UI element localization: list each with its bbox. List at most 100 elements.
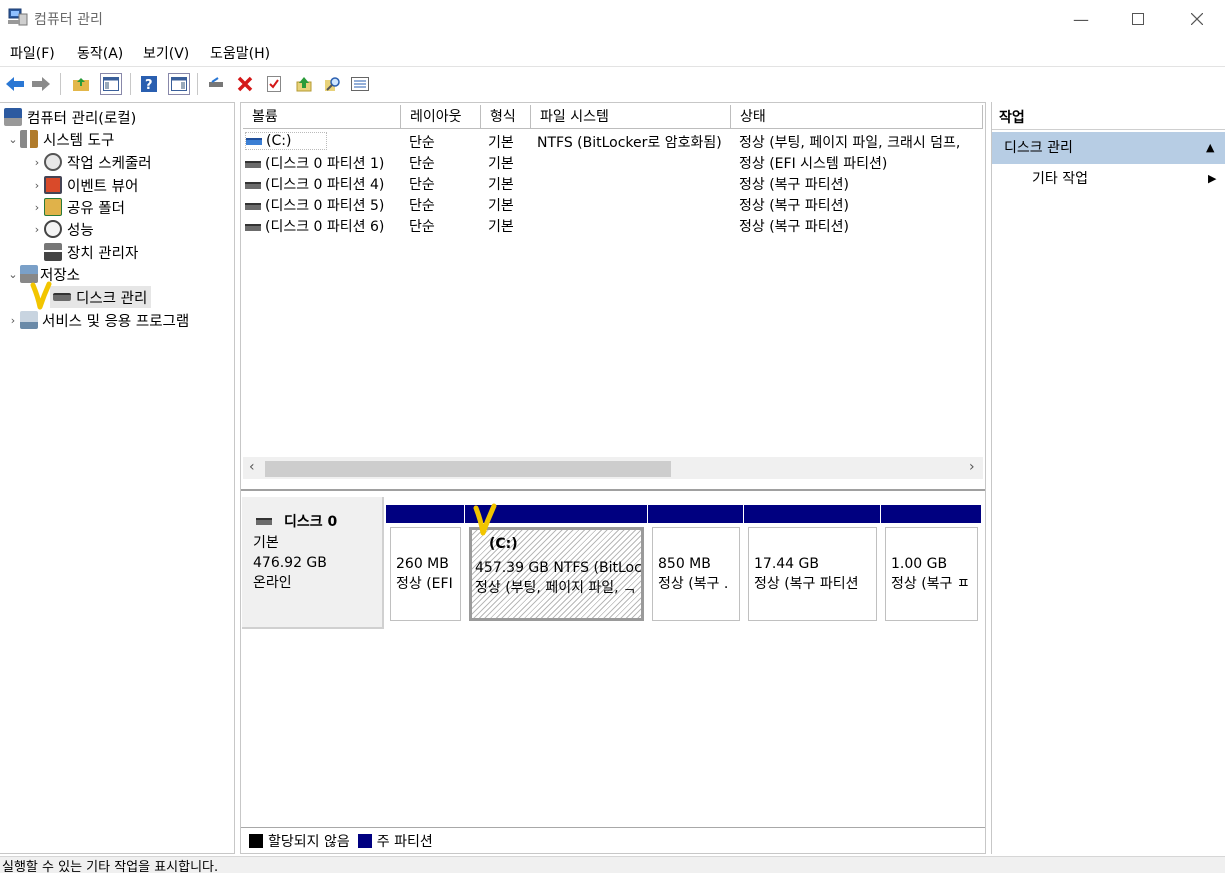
column-header-type[interactable]: 형식	[481, 105, 531, 129]
partition-body: 260 MB 정상 (EFI	[390, 527, 461, 621]
scrollbar-thumb[interactable]	[265, 461, 671, 477]
primary-partition-swatch	[357, 833, 372, 848]
tree-item-services[interactable]: › 서비스 및 응용 프로그램	[6, 309, 189, 331]
event-viewer-icon	[44, 176, 62, 194]
action-pane-icon	[171, 77, 187, 91]
table-row[interactable]: (디스크 0 파티션 6) 단순 기본 정상 (복구 파티션)	[243, 215, 983, 236]
services-gear-icon	[20, 311, 38, 329]
table-row[interactable]: (디스크 0 파티션 4) 단순 기본 정상 (복구 파티션)	[243, 173, 983, 194]
menu-view[interactable]: 보기(V)	[143, 43, 189, 63]
type-cell: 기본	[488, 156, 514, 172]
search-button[interactable]	[322, 73, 344, 95]
red-x-icon	[237, 76, 253, 92]
partition-block[interactable]: 1.00 GB 정상 (복구 ㅍ	[881, 505, 981, 623]
tree-item-root[interactable]: 컴퓨터 관리(로컬)	[4, 106, 136, 128]
horizontal-scrollbar[interactable]: ‹ ›	[243, 457, 983, 479]
partition-block[interactable]: 17.44 GB 정상 (복구 파티션	[744, 505, 880, 623]
volume-icon	[245, 160, 261, 168]
tree-item-label: 컴퓨터 관리(로컬)	[27, 110, 137, 127]
list-icon	[351, 77, 369, 91]
type-cell: 기본	[488, 135, 514, 151]
column-header-file-system[interactable]: 파일 시스템	[531, 105, 731, 129]
partition-size: 1.00 GB	[891, 556, 948, 572]
table-row[interactable]: (디스크 0 파티션 1) 단순 기본 정상 (EFI 시스템 파티션)	[243, 152, 983, 173]
forward-arrow-icon	[32, 77, 50, 91]
export-button[interactable]	[293, 73, 315, 95]
chevron-down-icon[interactable]: ⌄	[6, 268, 20, 281]
disk-name: 디스크 0	[284, 514, 338, 530]
close-button[interactable]	[1174, 4, 1220, 34]
chevron-right-icon[interactable]: ›	[30, 223, 44, 236]
tree-item-disk-management[interactable]: 디스크 관리	[50, 286, 152, 308]
collapse-up-icon[interactable]: ▲	[1206, 132, 1214, 164]
tree-item-shared-folders[interactable]: › 공유 폴더	[30, 196, 125, 218]
menu-action[interactable]: 동작(A)	[77, 43, 123, 63]
chevron-right-icon[interactable]: ›	[30, 179, 44, 192]
forward-button[interactable]	[30, 73, 52, 95]
tree-item-task-scheduler[interactable]: › 작업 스케줄러	[30, 151, 152, 173]
maximize-button[interactable]	[1115, 4, 1161, 34]
tree-item-label: 디스크 관리	[76, 290, 148, 307]
partition-status: 정상 (복구 .	[658, 576, 729, 592]
legend-unallocated: 할당되지 않음	[268, 833, 350, 850]
scroll-right-icon[interactable]: ›	[969, 459, 975, 475]
partition-body: 1.00 GB 정상 (복구 ㅍ	[885, 527, 978, 621]
status-cell: 정상 (EFI 시스템 파티션)	[739, 156, 888, 172]
minimize-button[interactable]: —	[1058, 4, 1104, 34]
delete-button[interactable]	[234, 73, 256, 95]
annotation-check-mark	[473, 503, 497, 536]
properties-button[interactable]	[263, 73, 285, 95]
partition-status: 정상 (부팅, 페이지 파일, ᆨ	[475, 580, 636, 596]
tree-item-event-viewer[interactable]: › 이벤트 뷰어	[30, 174, 138, 196]
table-row[interactable]: (디스크 0 파티션 5) 단순 기본 정상 (복구 파티션)	[243, 194, 983, 215]
chevron-right-icon[interactable]: ›	[6, 314, 20, 327]
disk-drive-icon	[256, 517, 272, 525]
tree-item-label: 이벤트 뷰어	[67, 178, 139, 195]
show-hide-action-pane-button[interactable]	[168, 73, 190, 95]
tree-item-device-manager[interactable]: 장치 관리자	[44, 241, 138, 263]
close-icon	[1191, 13, 1203, 25]
menu-bar: 파일(F) 동작(A) 보기(V) 도움말(H)	[0, 38, 1225, 66]
chevron-right-icon[interactable]: ›	[30, 201, 44, 214]
menu-file[interactable]: 파일(F)	[10, 43, 55, 63]
actions-section-label: 디스크 관리	[1004, 140, 1073, 156]
status-cell: 정상 (복구 파티션)	[739, 177, 849, 193]
actions-section-disk-management[interactable]: 디스크 관리 ▲	[992, 132, 1225, 164]
connect-drive-button[interactable]	[206, 73, 228, 95]
up-folder-button[interactable]	[70, 73, 92, 95]
column-header-volume[interactable]: 볼륨	[243, 105, 401, 129]
partition-block[interactable]: 850 MB 정상 (복구 .	[648, 505, 743, 623]
magnifier-icon	[325, 77, 340, 91]
tree-item-system-tools[interactable]: ⌄ 시스템 도구	[6, 128, 114, 150]
more-actions-item[interactable]: 기타 작업	[1032, 166, 1088, 192]
partition-body: 850 MB 정상 (복구 .	[652, 527, 740, 621]
show-hide-tree-button[interactable]	[100, 73, 122, 95]
device-manager-icon	[44, 243, 62, 261]
partition-status: 정상 (복구 ㅍ	[891, 576, 970, 592]
scroll-left-icon[interactable]: ‹	[249, 459, 255, 475]
legend-primary: 주 파티션	[376, 833, 433, 850]
status-cell: 정상 (부팅, 페이지 파일, 크래시 덤프,	[739, 135, 961, 151]
disk-info-box[interactable]: 디스크 0 기본 476.92 GB 온라인	[242, 497, 384, 629]
tree-item-performance[interactable]: › 성능	[30, 218, 94, 240]
clock-icon	[44, 153, 62, 171]
chevron-down-icon[interactable]: ⌄	[6, 133, 20, 146]
table-row[interactable]: (C:) 단순 기본 NTFS (BitLocker로 암호화됨) 정상 (부팅…	[243, 131, 983, 152]
menu-help[interactable]: 도움말(H)	[210, 43, 270, 63]
volume-icon	[245, 223, 261, 231]
toolbar-separator	[130, 73, 131, 95]
partition-size: 260 MB	[396, 556, 449, 572]
title-bar: 컴퓨터 관리 —	[0, 0, 1225, 38]
type-cell: 기본	[488, 177, 514, 193]
tree-item-label: 서비스 및 응용 프로그램	[42, 313, 190, 330]
svg-text:?: ?	[145, 78, 153, 92]
back-button[interactable]	[4, 73, 26, 95]
list-view-button[interactable]	[349, 73, 371, 95]
column-header-layout[interactable]: 레이아웃	[401, 105, 481, 129]
drive-icon	[209, 77, 223, 87]
submenu-arrow-icon[interactable]: ▶	[1208, 166, 1216, 192]
help-button[interactable]: ?	[138, 73, 160, 95]
chevron-right-icon[interactable]: ›	[30, 156, 44, 169]
column-header-status[interactable]: 상태	[731, 105, 983, 129]
partition-block[interactable]: 260 MB 정상 (EFI	[386, 505, 464, 623]
